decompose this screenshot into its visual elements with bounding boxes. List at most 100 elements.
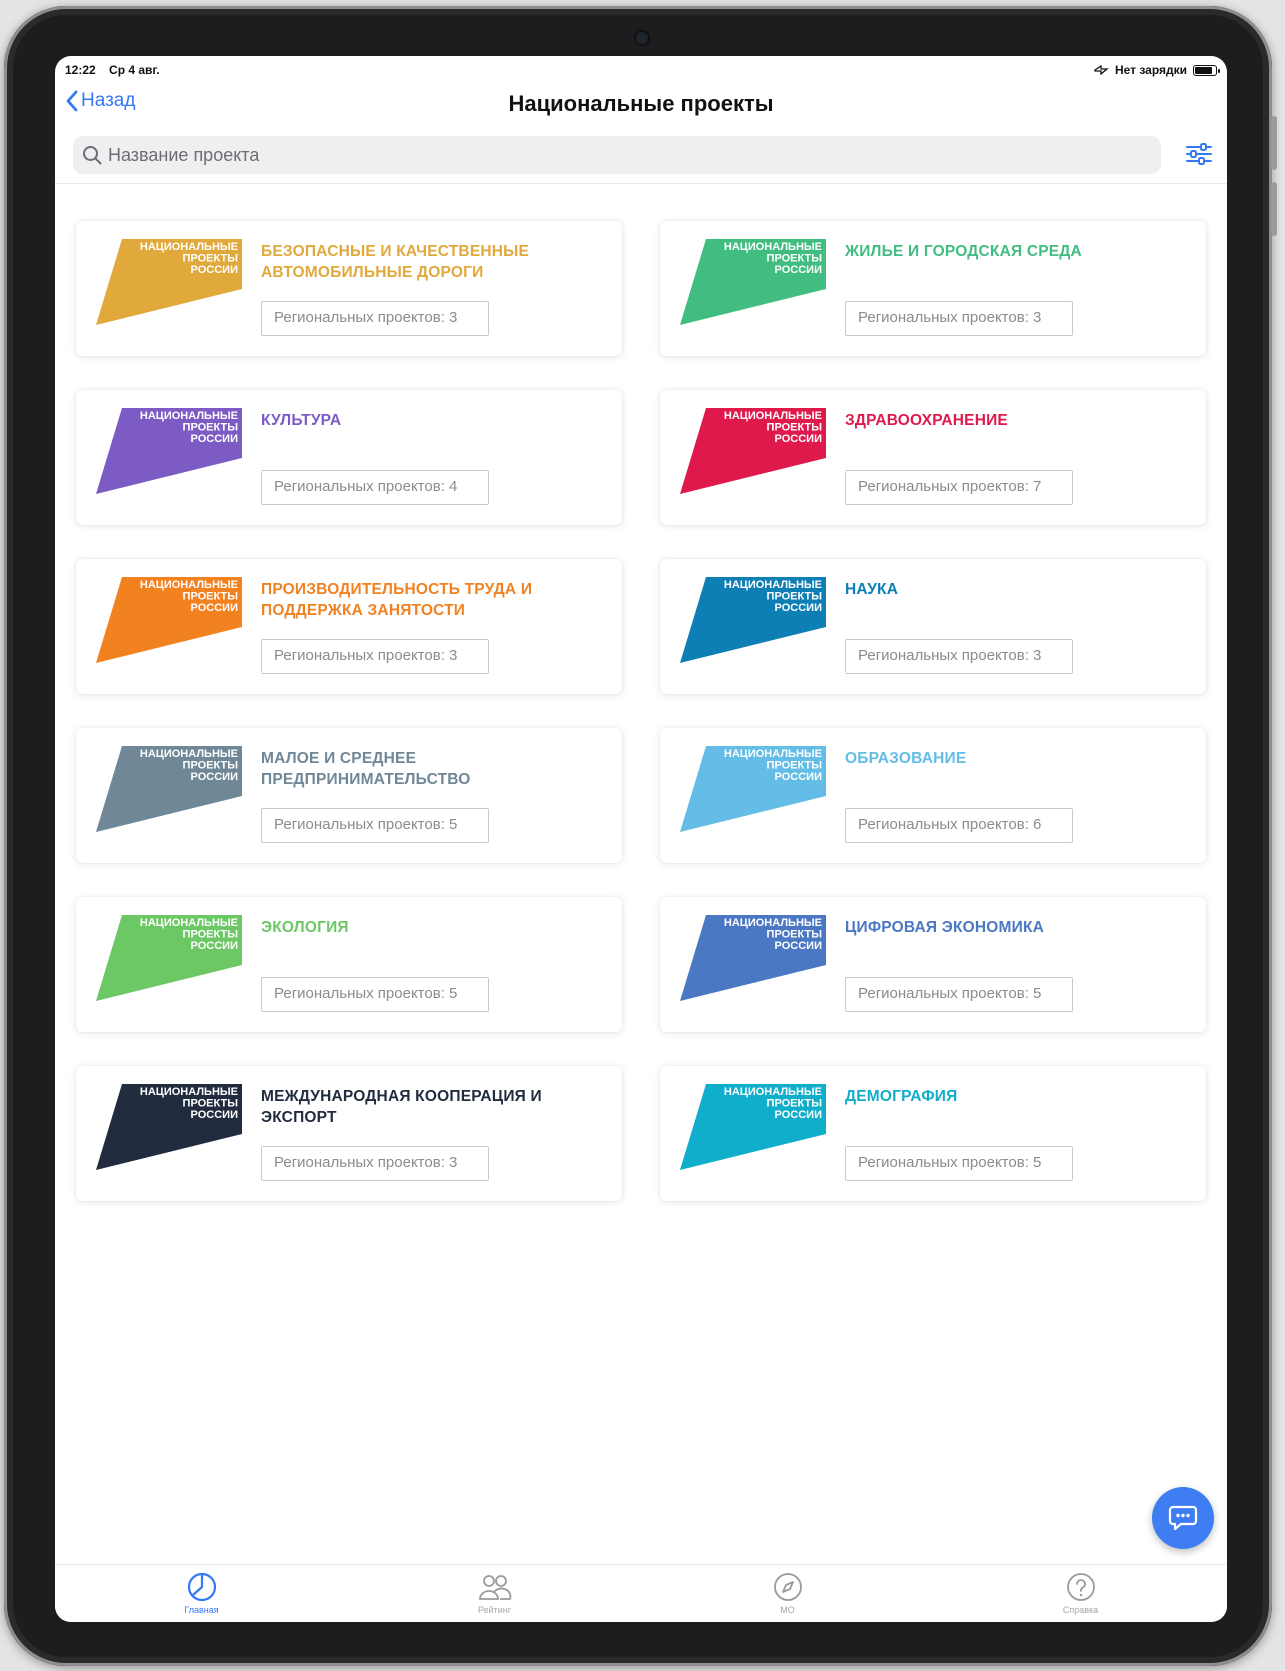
chat-bubble-icon [1168,1505,1198,1531]
logo-line-3: РОССИИ [191,940,239,952]
regional-count-badge: Региональных проектов: 6 [845,808,1073,843]
logo-line-2: ПРОЕКТЫ [183,253,239,265]
project-title: Малое и среднее предпринимательство [261,750,471,788]
logo-line-2: ПРОЕКТЫ [767,760,823,772]
logo-line-2: ПРОЕКТЫ [767,929,823,941]
project-card[interactable]: НАЦИОНАЛЬНЫЕ ПРОЕКТЫ РОССИИ Демография Рег… [660,1066,1206,1201]
tab-home[interactable]: Главная [55,1565,348,1622]
regional-count-badge: Региональных проектов: 3 [261,301,489,336]
project-title: Образование [845,750,967,767]
logo-line-3: РОССИИ [191,264,239,276]
national-projects-logo: НАЦИОНАЛЬНЫЕПРОЕКТЫРОССИИ [680,408,826,494]
national-projects-logo: НАЦИОНАЛЬНЫЕПРОЕКТЫРОССИИ [680,746,826,832]
tab-label: Справка [1062,1605,1099,1615]
logo-line-1: НАЦИОНАЛЬНЫЕ [724,1086,822,1098]
pie-chart-icon [187,1572,216,1602]
status-time: 12:22 [65,63,96,77]
volume-up-button [1271,116,1277,170]
national-projects-logo: НАЦИОНАЛЬНЫЕПРОЕКТЫРОССИИ [680,915,826,1001]
regional-count-badge: Региональных проектов: 3 [845,301,1073,336]
logo-line-1: НАЦИОНАЛЬНЫЕ [724,241,822,253]
logo-line-3: РОССИИ [775,602,823,614]
logo-line-3: РОССИИ [191,602,239,614]
logo-line-2: ПРОЕКТЫ [183,929,239,941]
logo-line-1: НАЦИОНАЛЬНЫЕ [140,917,238,929]
logo-line-2: ПРОЕКТЫ [183,591,239,603]
tablet-frame: 12:22 Ср 4 авг. Нет зарядки Назад Национ… [4,6,1277,1666]
tab-mo[interactable]: МО [641,1565,934,1622]
logo-line-2: ПРОЕКТЫ [767,253,823,265]
regional-count-badge: Региональных проектов: 3 [261,1146,489,1181]
project-card[interactable]: НАЦИОНАЛЬНЫЕ ПРОЕКТЫ РОССИИ Жилье и городс… [660,221,1206,356]
regional-count-badge: Региональных проектов: 5 [261,977,489,1012]
compass-icon [773,1573,802,1601]
regional-count-badge: Региональных проектов: 5 [261,808,489,843]
logo-line-1: НАЦИОНАЛЬНЫЕ [140,1086,238,1098]
project-card[interactable]: НАЦИОНАЛЬНЫЕ ПРОЕКТЫ РОССИИ Цифровая эконо… [660,897,1206,1032]
project-card[interactable]: НАЦИОНАЛЬНЫЕ ПРОЕКТЫ РОССИИ Здравоохранени… [660,390,1206,525]
national-projects-logo: НАЦИОНАЛЬНЫЕПРОЕКТЫРОССИИ [96,915,242,1001]
tab-bar: Главная Рейтинг МО Справка [55,1564,1227,1622]
tab-help[interactable]: Справка [934,1565,1227,1622]
logo-line-1: НАЦИОНАЛЬНЫЕ [724,579,822,591]
logo-line-1: НАЦИОНАЛЬНЫЕ [724,917,822,929]
logo-line-3: РОССИИ [191,433,239,445]
logo-line-3: РОССИИ [191,1109,239,1121]
logo-line-2: ПРОЕКТЫ [183,1098,239,1110]
logo-line-3: РОССИИ [775,1109,823,1121]
project-card[interactable]: НАЦИОНАЛЬНЫЕ ПРОЕКТЫ РОССИИ Малое и средне… [76,728,622,863]
logo-line-1: НАЦИОНАЛЬНЫЕ [140,241,238,253]
project-card[interactable]: НАЦИОНАЛЬНЫЕ ПРОЕКТЫ РОССИИ Образование Ре… [660,728,1206,863]
help-icon [1066,1573,1095,1601]
project-card[interactable]: НАЦИОНАЛЬНЫЕ ПРОЕКТЫ РОССИИ Экология Регио… [76,897,622,1032]
national-projects-logo: НАЦИОНАЛЬНЫЕПРОЕКТЫРОССИИ [680,239,826,325]
national-projects-logo: НАЦИОНАЛЬНЫЕПРОЕКТЫРОССИИ [96,408,242,494]
logo-line-1: НАЦИОНАЛЬНЫЕ [140,410,238,422]
people-icon [478,1575,511,1600]
battery-icon [1193,64,1220,76]
project-title: Жилье и городская среда [845,243,1082,260]
project-card[interactable]: НАЦИОНАЛЬНЫЕ ПРОЕКТЫ РОССИИ Наука Регионал… [660,559,1206,694]
logo-line-1: НАЦИОНАЛЬНЫЕ [724,748,822,760]
project-card[interactable]: НАЦИОНАЛЬНЫЕ ПРОЕКТЫ РОССИИ Культура Регио… [76,390,622,525]
logo-line-1: НАЦИОНАЛЬНЫЕ [724,410,822,422]
volume-down-button [1271,182,1277,236]
national-projects-logo: НАЦИОНАЛЬНЫЕПРОЕКТЫРОССИИ [680,577,826,663]
regional-count-badge: Региональных проектов: 4 [261,470,489,505]
project-card[interactable]: НАЦИОНАЛЬНЫЕ ПРОЕКТЫ РОССИИ Безопасные и к… [76,221,622,356]
filter-button[interactable] [1185,142,1213,171]
project-title: Демография [845,1088,958,1105]
regional-count-badge: Региональных проектов: 3 [261,639,489,674]
search-field[interactable] [73,136,1161,174]
logo-line-3: РОССИИ [775,433,823,445]
national-projects-logo: НАЦИОНАЛЬНЫЕПРОЕКТЫРОССИИ [96,1084,242,1170]
search-icon [83,146,102,165]
logo-line-2: ПРОЕКТЫ [767,591,823,603]
logo-line-2: ПРОЕКТЫ [183,422,239,434]
logo-line-3: РОССИИ [775,771,823,783]
charging-status: Нет зарядки [1114,63,1187,77]
project-title: Цифровая экономика [845,919,1045,936]
logo-line-3: РОССИИ [775,940,823,952]
project-card[interactable]: НАЦИОНАЛЬНЫЕ ПРОЕКТЫ РОССИИ Производительн… [76,559,622,694]
national-projects-logo: НАЦИОНАЛЬНЫЕПРОЕКТЫРОССИИ [96,577,242,663]
logo-line-1: НАЦИОНАЛЬНЫЕ [140,579,238,591]
tab-label: Рейтинг [477,1605,512,1615]
front-camera [636,32,648,44]
logo-line-2: ПРОЕКТЫ [767,1098,823,1110]
regional-count-badge: Региональных проектов: 7 [845,470,1073,505]
regional-count-badge: Региональных проектов: 5 [845,977,1073,1012]
national-projects-logo: НАЦИОНАЛЬНЫЕПРОЕКТЫРОССИИ [96,239,242,325]
screen: 12:22 Ср 4 авг. Нет зарядки Назад Национ… [55,56,1227,1622]
project-title: Здравоохранение [845,412,1008,429]
project-card[interactable]: НАЦИОНАЛЬНЫЕ ПРОЕКТЫ РОССИИ Международная … [76,1066,622,1201]
project-title: Производительность труда и поддержка зан… [261,581,533,619]
status-bar: 12:22 Ср 4 авг. Нет зарядки [55,56,1227,78]
tab-rating[interactable]: Рейтинг [348,1565,641,1622]
chat-button[interactable] [1152,1487,1214,1549]
project-title: Безопасные и качественные автомобильные … [261,243,530,281]
tab-label: МО [780,1605,795,1615]
national-projects-logo: НАЦИОНАЛЬНЫЕПРОЕКТЫРОССИИ [680,1084,826,1170]
search-input[interactable] [108,144,1008,166]
regional-count-badge: Региональных проектов: 3 [845,639,1073,674]
